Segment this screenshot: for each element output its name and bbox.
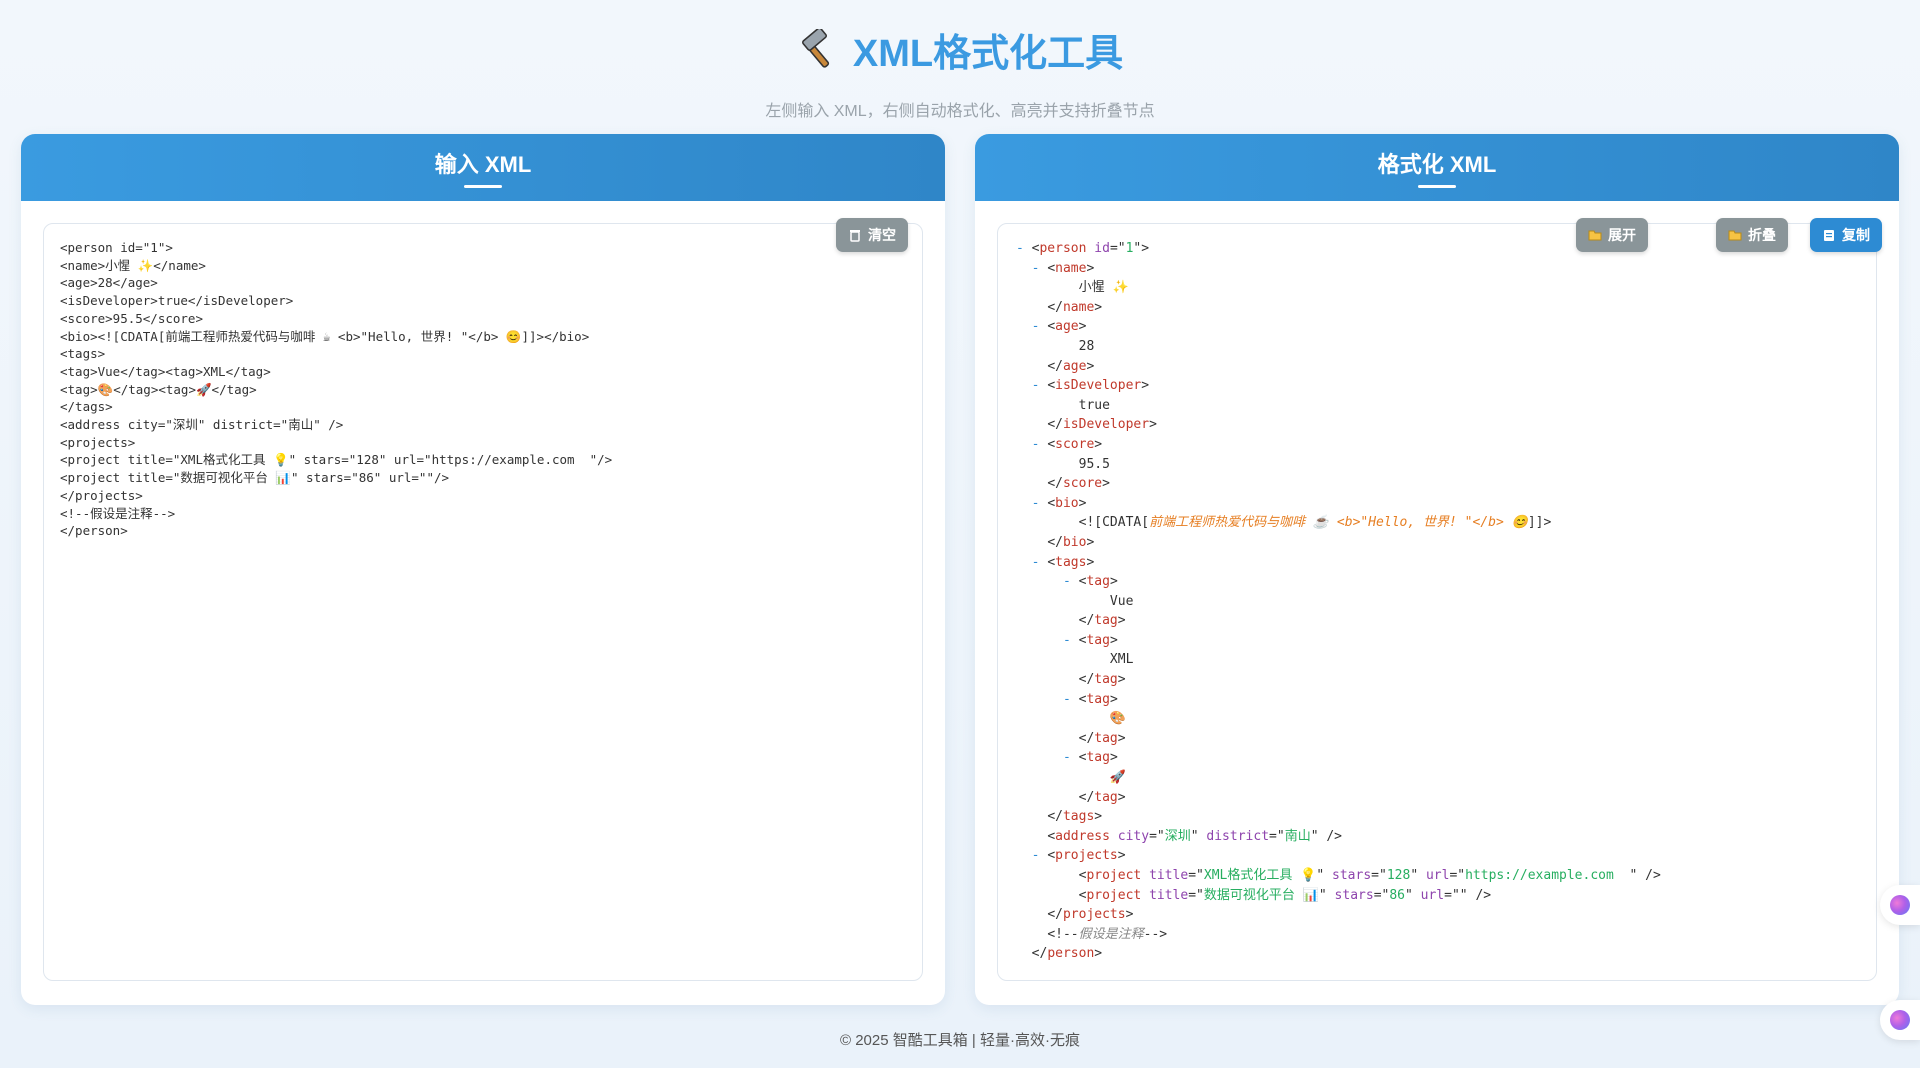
output-panel: 格式化 XML 展开 折叠 复制 - <person id="1"> - <na… [975, 134, 1899, 1005]
tree-row: - <score> [1031, 436, 1103, 452]
brain-icon [1890, 1010, 1910, 1030]
tree-row: - <tag> [1062, 691, 1118, 707]
expand-button-label: 展开 [1608, 227, 1636, 243]
collapse-toggle[interactable]: - [1032, 261, 1048, 276]
clear-button[interactable]: 清空 [836, 218, 908, 252]
tree-row: </tag> [1078, 672, 1126, 688]
tree-row: <!--假设是注释--> [1047, 926, 1168, 942]
tree-row: </tag> [1078, 730, 1126, 746]
clipboard-icon [1824, 230, 1834, 241]
tree-row: </isDeveloper> [1047, 417, 1157, 433]
tree-row: </tags> [1047, 809, 1103, 825]
input-panel-header: 输入 XML [21, 134, 945, 201]
page-title-text: XML格式化工具 [852, 33, 1124, 75]
page-title: XML格式化工具 [797, 22, 1123, 77]
tree-row: - <tag> [1062, 750, 1118, 766]
output-panel-body: 展开 折叠 复制 - <person id="1"> - <name> 小惺 ✨ [975, 201, 1899, 1005]
tree-row: </bio> [1047, 534, 1095, 550]
tree-row: 28 [1078, 338, 1095, 354]
collapse-toggle[interactable]: - [1032, 848, 1048, 863]
collapse-toggle[interactable]: - [1032, 437, 1048, 452]
input-panel-title: 输入 XML [434, 152, 532, 177]
collapse-toggle[interactable]: - [1063, 692, 1079, 707]
tree-row: </age> [1047, 358, 1095, 374]
collapse-toggle[interactable]: - [1063, 750, 1079, 765]
tree-row: 🎨 [1109, 711, 1127, 727]
page-header: XML格式化工具 左侧输入 XML，右侧自动格式化、高亮并支持折叠节点 [0, 0, 1920, 121]
collapse-toggle[interactable]: - [1032, 496, 1048, 511]
tree-row: 小惺 ✨ [1078, 280, 1129, 296]
header-underline [464, 185, 502, 188]
folder-icon [1728, 230, 1742, 241]
output-panel-header: 格式化 XML [975, 134, 1899, 201]
page-subtitle: 左侧输入 XML，右侧自动格式化、高亮并支持折叠节点 [765, 103, 1155, 120]
input-panel-body: 清空 [21, 201, 945, 1005]
copy-button[interactable]: 复制 [1810, 218, 1882, 252]
collapse-button[interactable]: 折叠 [1716, 218, 1788, 252]
tree-row: - <name> [1031, 260, 1095, 276]
tree-row: - <tag> [1062, 632, 1118, 648]
collapse-button-label: 折叠 [1748, 227, 1776, 243]
tree-row: 95.5 [1078, 456, 1110, 472]
tree-row: - <tags> [1031, 554, 1095, 570]
formatted-output: 展开 折叠 复制 - <person id="1"> - <name> 小惺 ✨ [997, 218, 1882, 981]
tree-row: 🚀 [1109, 770, 1127, 786]
collapse-toggle[interactable]: - [1032, 555, 1048, 570]
clear-button-label: 清空 [868, 227, 896, 243]
footer: © 2025 智酷工具箱 | 轻量·高效·无痕 [840, 1032, 1080, 1049]
trash-icon [850, 230, 860, 242]
tree-row: - <tag> [1062, 574, 1118, 590]
tree-row: <project title="XML格式化工具 💡" stars="128" … [1078, 868, 1661, 883]
xml-tree: - <person id="1"> - <name> 小惺 ✨ </name> … [998, 224, 1876, 979]
panels: 输入 XML 清空 格式化 XML 展开 [21, 134, 1899, 1005]
tree-row: </person> [1031, 946, 1103, 962]
collapse-toggle[interactable]: - [1063, 574, 1079, 589]
folder-open-icon [1588, 230, 1602, 241]
tree-row: </projects> [1047, 907, 1134, 923]
collapse-toggle[interactable]: - [1016, 241, 1032, 256]
xml-input-textarea[interactable] [44, 224, 922, 980]
input-editor: 清空 [43, 218, 923, 981]
tree-row: <![CDATA[前端工程师热爱代码与咖啡 ☕ <b>"Hello, 世界! "… [1078, 515, 1552, 531]
brain-icon [1890, 895, 1910, 915]
header-underline [1418, 185, 1456, 188]
collapse-toggle[interactable]: - [1032, 319, 1048, 334]
tree-row: </score> [1047, 476, 1110, 492]
expand-button[interactable]: 展开 [1576, 218, 1648, 252]
floating-assistant-button[interactable] [1880, 885, 1920, 925]
tree-row: </tag> [1078, 789, 1126, 805]
tree-row: - <age> [1031, 319, 1087, 335]
tree-row: XML [1109, 652, 1134, 668]
tree-row: - <bio> [1031, 495, 1087, 511]
collapse-toggle[interactable]: - [1063, 633, 1079, 648]
tree-row: <address city="深圳" district="南山" /> [1047, 828, 1343, 844]
tree-row: - <projects> [1031, 848, 1126, 864]
collapse-toggle[interactable]: - [1032, 378, 1048, 393]
input-panel: 输入 XML 清空 [21, 134, 945, 1005]
tree-row: - <isDeveloper> [1031, 378, 1150, 394]
hammer-icon [801, 28, 830, 68]
output-panel-title: 格式化 XML [1377, 152, 1497, 177]
tree-row: <project title="数据可视化平台 📊" stars="86" ur… [1078, 887, 1492, 903]
tree-row: </name> [1047, 299, 1103, 315]
tree-row: true [1078, 397, 1110, 413]
tree-row: Vue [1109, 593, 1134, 609]
tree-row: </tag> [1078, 613, 1126, 629]
copy-button-label: 复制 [1842, 227, 1870, 243]
